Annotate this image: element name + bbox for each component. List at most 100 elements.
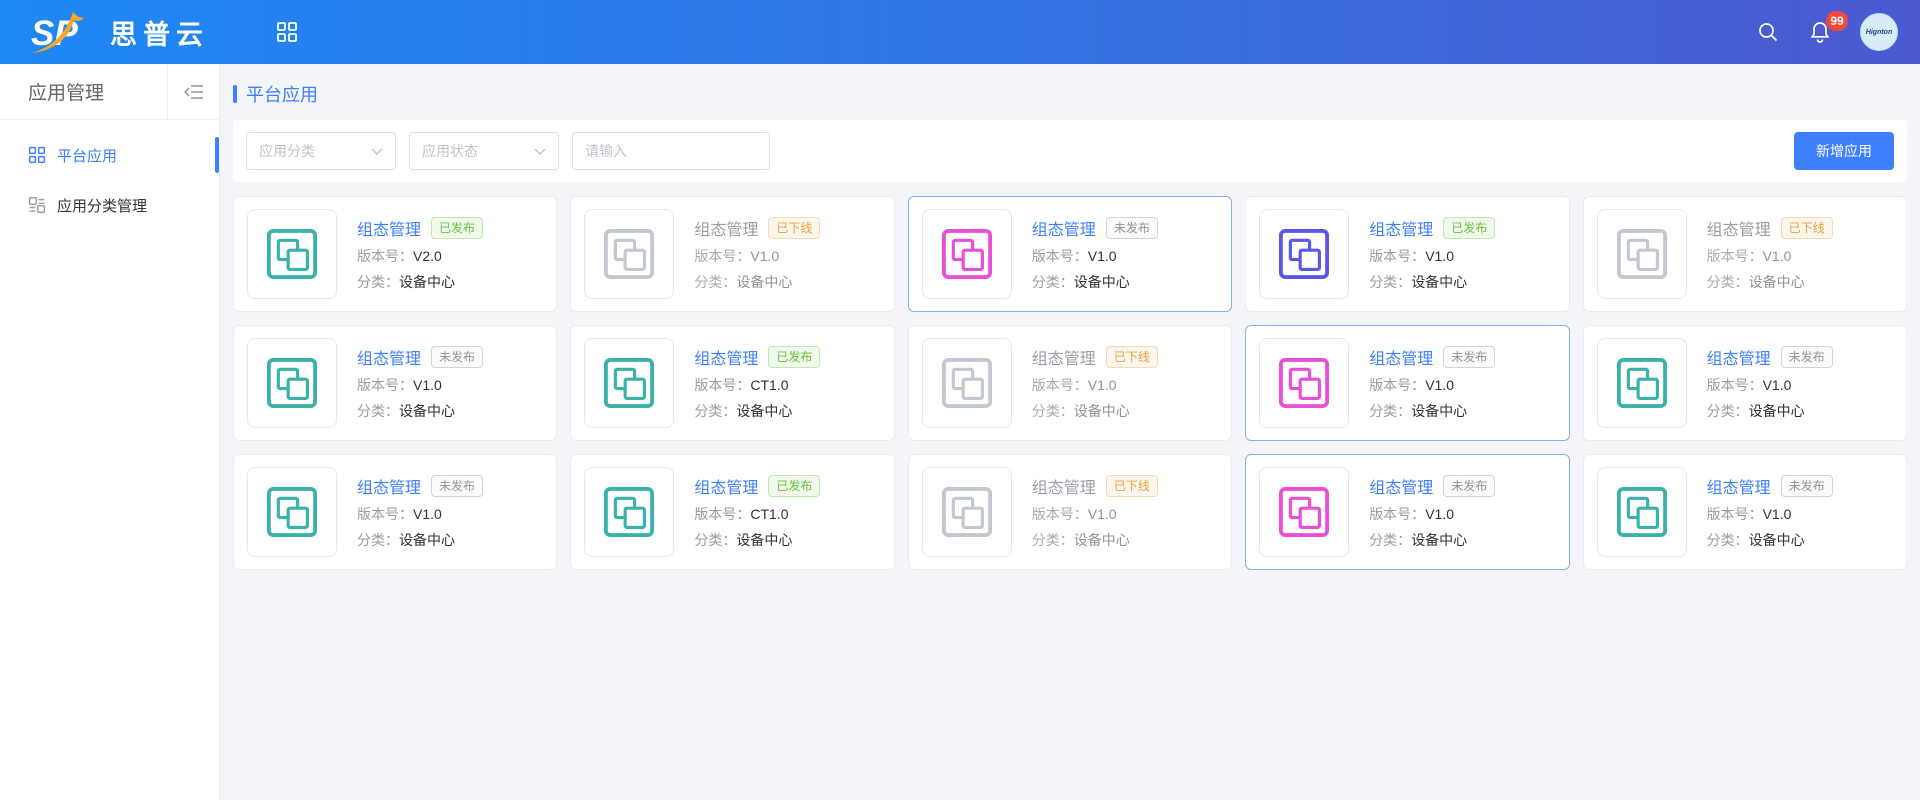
app-card-body: 组态管理 未发布 版本号：V1.0 分类：设备中心 bbox=[357, 345, 483, 421]
version-label: 版本号： bbox=[694, 248, 750, 264]
version-value: V1.0 bbox=[1088, 248, 1117, 264]
app-title-link[interactable]: 组态管理 bbox=[1032, 345, 1096, 369]
app-icon bbox=[247, 467, 337, 557]
category-label: 分类： bbox=[1032, 532, 1074, 548]
version-value: CT1.0 bbox=[750, 377, 788, 393]
app-card[interactable]: 组态管理 已发布 版本号：V2.0 分类：设备中心 bbox=[233, 196, 557, 312]
app-title-link[interactable]: 组态管理 bbox=[1369, 474, 1433, 498]
app-card[interactable]: 组态管理 已发布 版本号：CT1.0 分类：设备中心 bbox=[570, 325, 894, 441]
app-status-select[interactable]: 应用状态 bbox=[409, 132, 559, 170]
category-icon bbox=[28, 196, 46, 214]
app-card[interactable]: 组态管理 已下线 版本号：V1.0 分类：设备中心 bbox=[908, 454, 1232, 570]
category-row: 分类：设备中心 bbox=[694, 272, 820, 292]
app-card[interactable]: 组态管理 未发布 版本号：V1.0 分类：设备中心 bbox=[233, 325, 557, 441]
app-title-link[interactable]: 组态管理 bbox=[1707, 216, 1771, 240]
app-card[interactable]: 组态管理 未发布 版本号：V1.0 分类：设备中心 bbox=[233, 454, 557, 570]
category-value: 设备中心 bbox=[1749, 274, 1805, 290]
version-label: 版本号： bbox=[1707, 377, 1763, 393]
category-value: 设备中心 bbox=[736, 532, 792, 548]
status-badge: 未发布 bbox=[1106, 217, 1158, 239]
category-row: 分类：设备中心 bbox=[357, 272, 483, 292]
app-card-grid: 组态管理 已发布 版本号：V2.0 分类：设备中心 组态管理 已下线 bbox=[233, 196, 1907, 570]
app-title-link[interactable]: 组态管理 bbox=[1369, 345, 1433, 369]
app-card[interactable]: 组态管理 已发布 版本号：V1.0 分类：设备中心 bbox=[1245, 196, 1569, 312]
category-label: 分类： bbox=[1369, 403, 1411, 419]
app-card[interactable]: 组态管理 未发布 版本号：V1.0 分类：设备中心 bbox=[1245, 325, 1569, 441]
app-card-body: 组态管理 已发布 版本号：CT1.0 分类：设备中心 bbox=[694, 345, 820, 421]
version-value: V1.0 bbox=[1763, 248, 1792, 264]
app-title-link[interactable]: 组态管理 bbox=[1032, 474, 1096, 498]
app-icon bbox=[1259, 338, 1349, 428]
category-value: 设备中心 bbox=[736, 403, 792, 419]
category-label: 分类： bbox=[357, 532, 399, 548]
app-card[interactable]: 组态管理 未发布 版本号：V1.0 分类：设备中心 bbox=[908, 196, 1232, 312]
version-label: 版本号： bbox=[694, 377, 750, 393]
app-icon bbox=[1259, 209, 1349, 299]
search-input[interactable] bbox=[572, 132, 770, 170]
app-title-link[interactable]: 组态管理 bbox=[1369, 216, 1433, 240]
app-card-body: 组态管理 未发布 版本号：V1.0 分类：设备中心 bbox=[1707, 345, 1833, 421]
status-badge: 已下线 bbox=[1781, 217, 1833, 239]
category-label: 分类： bbox=[694, 403, 736, 419]
app-card[interactable]: 组态管理 未发布 版本号：V1.0 分类：设备中心 bbox=[1583, 325, 1907, 441]
app-title-link[interactable]: 组态管理 bbox=[694, 216, 758, 240]
status-badge: 未发布 bbox=[1443, 346, 1495, 368]
page-title: 平台应用 bbox=[246, 81, 318, 107]
status-badge: 已下线 bbox=[768, 217, 820, 239]
version-row: 版本号：V1.0 bbox=[694, 246, 820, 266]
version-label: 版本号： bbox=[694, 506, 750, 522]
app-title-link[interactable]: 组态管理 bbox=[357, 216, 421, 240]
version-row: 版本号：V1.0 bbox=[1032, 504, 1158, 524]
category-label: 分类： bbox=[1369, 532, 1411, 548]
version-value: V1.0 bbox=[1425, 248, 1454, 264]
app-card[interactable]: 组态管理 未发布 版本号：V1.0 分类：设备中心 bbox=[1245, 454, 1569, 570]
version-label: 版本号： bbox=[1369, 377, 1425, 393]
app-card[interactable]: 组态管理 已发布 版本号：CT1.0 分类：设备中心 bbox=[570, 454, 894, 570]
add-app-button[interactable]: 新增应用 bbox=[1794, 132, 1894, 170]
category-row: 分类：设备中心 bbox=[1032, 530, 1158, 550]
notification-bell-icon[interactable]: 99 bbox=[1808, 20, 1832, 44]
app-title-link[interactable]: 组态管理 bbox=[1032, 216, 1096, 240]
app-card[interactable]: 组态管理 已下线 版本号：V1.0 分类：设备中心 bbox=[1583, 196, 1907, 312]
app-title-link[interactable]: 组态管理 bbox=[1707, 474, 1771, 498]
sidebar-item-app-category-management[interactable]: 应用分类管理 bbox=[0, 180, 219, 230]
app-category-select[interactable]: 应用分类 bbox=[246, 132, 396, 170]
user-avatar[interactable]: Hignton bbox=[1860, 13, 1898, 51]
app-title-link[interactable]: 组态管理 bbox=[694, 474, 758, 498]
app-card[interactable]: 组态管理 未发布 版本号：V1.0 分类：设备中心 bbox=[1583, 454, 1907, 570]
apps-grid-icon[interactable] bbox=[275, 20, 299, 44]
version-value: V1.0 bbox=[1425, 377, 1454, 393]
app-card-body: 组态管理 已下线 版本号：V1.0 分类：设备中心 bbox=[1032, 474, 1158, 550]
app-card-body: 组态管理 未发布 版本号：V1.0 分类：设备中心 bbox=[1369, 345, 1495, 421]
sidebar-title: 应用管理 bbox=[0, 78, 167, 105]
app-card[interactable]: 组态管理 已下线 版本号：V1.0 分类：设备中心 bbox=[908, 325, 1232, 441]
version-label: 版本号： bbox=[357, 506, 413, 522]
version-row: 版本号：CT1.0 bbox=[694, 375, 820, 395]
app-card-body: 组态管理 已发布 版本号：V1.0 分类：设备中心 bbox=[1369, 216, 1495, 292]
version-value: V1.0 bbox=[413, 506, 442, 522]
version-value: CT1.0 bbox=[750, 506, 788, 522]
category-label: 分类： bbox=[1707, 403, 1749, 419]
app-icon bbox=[247, 338, 337, 428]
app-card[interactable]: 组态管理 已下线 版本号：V1.0 分类：设备中心 bbox=[570, 196, 894, 312]
sidebar-collapse-icon[interactable] bbox=[167, 64, 219, 120]
app-title-link[interactable]: 组态管理 bbox=[1707, 345, 1771, 369]
app-title-link[interactable]: 组态管理 bbox=[357, 345, 421, 369]
brand-logo: SP 思普云 bbox=[30, 10, 209, 54]
version-row: 版本号：CT1.0 bbox=[694, 504, 820, 524]
version-row: 版本号：V1.0 bbox=[1369, 246, 1495, 266]
app-title-link[interactable]: 组态管理 bbox=[357, 474, 421, 498]
app-header: SP 思普云 99 Hig bbox=[0, 0, 1920, 64]
search-icon[interactable] bbox=[1756, 20, 1780, 44]
version-row: 版本号：V2.0 bbox=[357, 246, 483, 266]
version-row: 版本号：V1.0 bbox=[1032, 375, 1158, 395]
app-title-link[interactable]: 组态管理 bbox=[694, 345, 758, 369]
app-icon bbox=[922, 467, 1012, 557]
sidebar-item-platform-apps[interactable]: 平台应用 bbox=[0, 130, 219, 180]
category-value: 设备中心 bbox=[399, 532, 455, 548]
app-card-body: 组态管理 未发布 版本号：V1.0 分类：设备中心 bbox=[1369, 474, 1495, 550]
app-icon bbox=[247, 209, 337, 299]
category-row: 分类：设备中心 bbox=[1707, 401, 1833, 421]
status-badge: 未发布 bbox=[1781, 346, 1833, 368]
brand-name: 思普云 bbox=[110, 13, 209, 52]
